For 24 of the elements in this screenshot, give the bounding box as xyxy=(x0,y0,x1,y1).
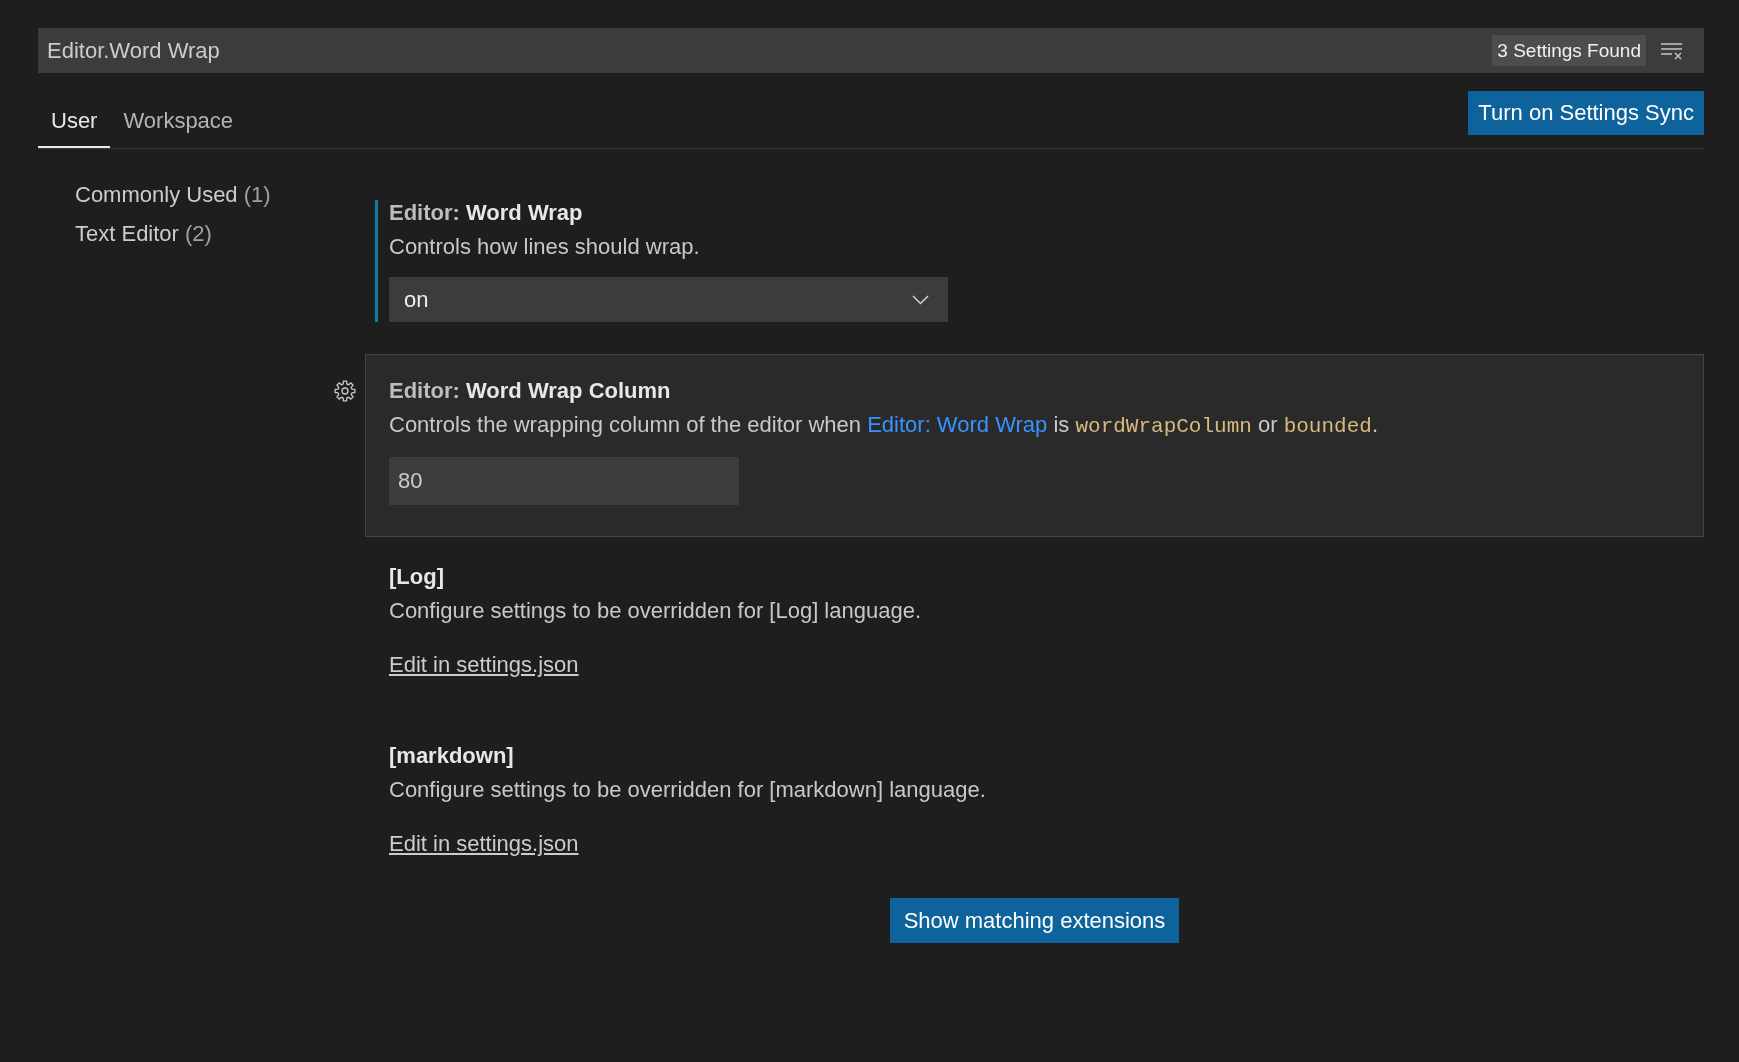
sidebar-item[interactable]: Commonly Used (1) xyxy=(75,182,271,208)
results-count: 3 Settings Found xyxy=(1492,35,1646,66)
select-dropdown[interactable]: on xyxy=(389,277,948,322)
setting-description: Controls how lines should wrap. xyxy=(389,234,701,260)
setting-title: Editor: Word Wrap xyxy=(389,200,584,226)
search-field[interactable]: Editor.Word Wrap xyxy=(38,28,1493,73)
language-override-description: Configure settings to be overridden for [markdown] language. xyxy=(389,777,987,803)
sidebar-item[interactable]: Text Editor (2) xyxy=(75,221,212,247)
number-input[interactable]: 80 xyxy=(389,457,739,505)
language-override-title: [markdown] xyxy=(389,743,515,769)
show-extensions-button[interactable]: Show matching extensions xyxy=(889,898,1180,943)
gear-icon[interactable] xyxy=(334,380,356,402)
tab[interactable]: User xyxy=(38,100,111,148)
settings-sync-button[interactable]: Turn on Settings Sync xyxy=(1468,91,1704,135)
edit-settings-link[interactable]: Edit in settings.json xyxy=(389,652,579,677)
edit-settings-link[interactable]: Edit in settings.json xyxy=(389,831,579,856)
setting-description: Controls the wrapping column of the editor when Editor: Word Wrap is wordWrapColumn or bounded. xyxy=(389,412,1379,440)
setting-link[interactable]: Editor: Word Wrap xyxy=(867,412,1048,437)
chevron-down-icon xyxy=(912,294,929,305)
setting-title: Editor: Word Wrap Column xyxy=(389,378,672,404)
tab[interactable]: Workspace xyxy=(110,100,247,148)
clear-filter-icon[interactable] xyxy=(1660,41,1684,60)
language-override-description: Configure settings to be overridden for [Log] language. xyxy=(389,598,923,624)
language-override-title: [Log] xyxy=(389,564,445,590)
